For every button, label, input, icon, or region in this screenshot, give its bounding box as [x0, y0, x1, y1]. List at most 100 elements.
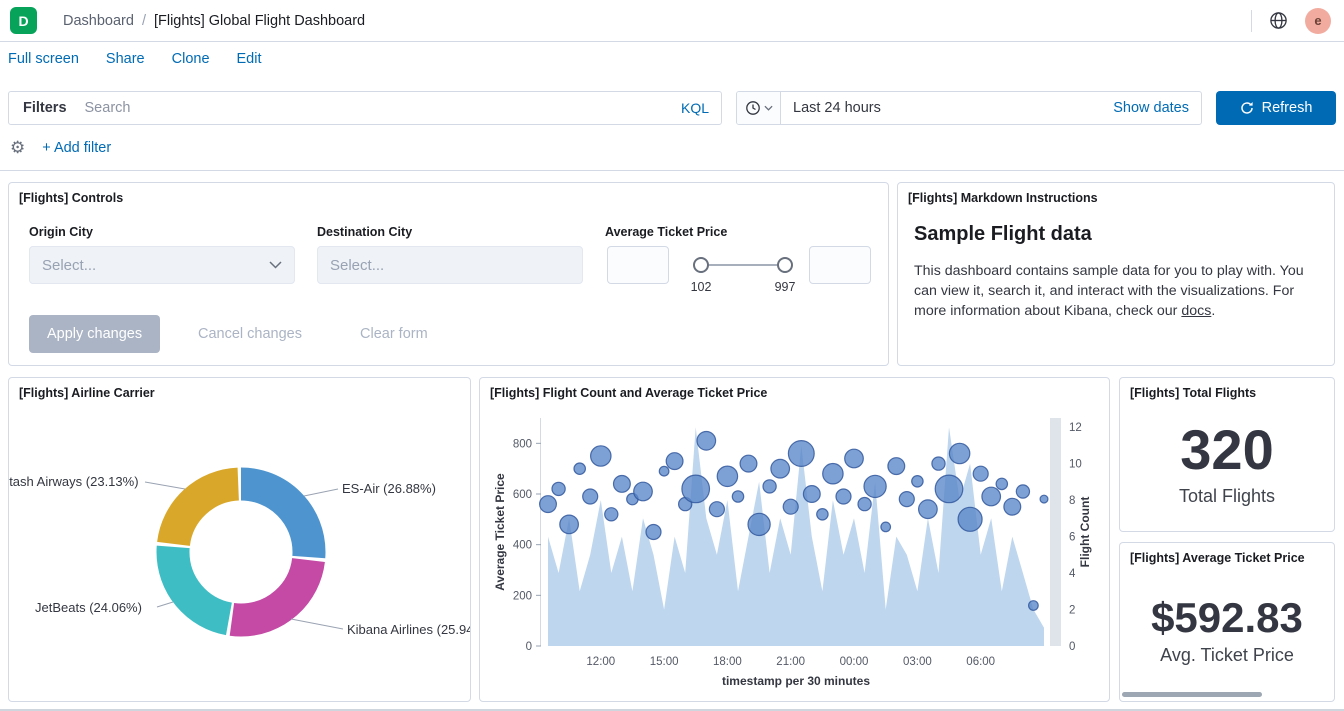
airline-donut-chart[interactable] [146, 457, 336, 647]
show-dates-button[interactable]: Show dates [1113, 100, 1189, 116]
header-bar: D Dashboard / [Flights] Global Flight Da… [0, 0, 1344, 42]
dashboard-toolbar: Full screen Share Clone Edit [8, 51, 262, 67]
avg-price-panel-title: [Flights] Average Ticket Price [1120, 543, 1334, 573]
svg-text:0: 0 [526, 641, 532, 653]
svg-text:800: 800 [513, 438, 532, 450]
clear-form-button[interactable]: Clear form [360, 315, 428, 353]
breadcrumb-dashboard[interactable]: Dashboard [63, 13, 134, 29]
edit-button[interactable]: Edit [237, 51, 262, 67]
section-divider [0, 170, 1344, 171]
pie-label-kibana-airlines: Kibana Airlines (25.94%) [347, 622, 471, 637]
cancel-changes-button[interactable]: Cancel changes [198, 315, 302, 353]
filter-bar: ⚙ + Add filter [10, 139, 111, 156]
total-flights-label: Total Flights [1120, 486, 1334, 507]
panel-average-ticket-price: [Flights] Average Ticket Price $592.83 A… [1119, 542, 1335, 702]
search-box: Filters KQL [8, 91, 722, 125]
space-avatar[interactable]: D [10, 7, 37, 34]
space-avatar-letter: D [18, 13, 28, 29]
panel-markdown-instructions: [Flights] Markdown Instructions Sample F… [897, 182, 1335, 366]
breadcrumb-current-page: [Flights] Global Flight Dashboard [154, 13, 365, 29]
origin-city-label: Origin City [29, 225, 93, 239]
clock-icon [745, 100, 761, 116]
date-picker: Last 24 hours Show dates [736, 91, 1202, 125]
svg-text:4: 4 [1069, 568, 1076, 580]
breadcrumb: Dashboard / [Flights] Global Flight Dash… [63, 13, 365, 29]
slider-min-value: 102 [685, 280, 717, 294]
panel-flight-count-price: [Flights] Flight Count and Average Ticke… [479, 377, 1110, 702]
slider-handle-min[interactable] [693, 257, 709, 273]
destination-city-placeholder: Select... [330, 257, 384, 274]
panel-airline-carrier: [Flights] Airline Carrier ES-Air (26.88%… [8, 377, 471, 702]
apply-changes-button[interactable]: Apply changes [29, 315, 160, 353]
pie-label-logstash-airways: Logstash Airways (23.13%) [8, 474, 139, 489]
add-filter-button[interactable]: + Add filter [42, 140, 111, 156]
slider-handle-max[interactable] [777, 257, 793, 273]
svg-text:Average Ticket Price: Average Ticket Price [493, 473, 507, 591]
svg-text:2: 2 [1069, 605, 1075, 617]
pie-label-es-air: ES-Air (26.88%) [342, 481, 436, 496]
panel-controls: [Flights] Controls Origin City Select...… [8, 182, 889, 366]
ticket-price-label: Average Ticket Price [605, 225, 727, 239]
time-range-display[interactable]: Last 24 hours Show dates [781, 92, 1201, 124]
markdown-body: This dashboard contains sample data for … [914, 261, 1320, 321]
breadcrumb-separator: / [142, 13, 146, 29]
user-avatar-letter: e [1314, 13, 1321, 28]
globe-icon [1269, 11, 1288, 30]
svg-text:12: 12 [1069, 422, 1082, 434]
svg-text:00:00: 00:00 [840, 656, 869, 668]
slider-max-value: 997 [769, 280, 801, 294]
svg-text:400: 400 [513, 540, 532, 552]
origin-city-select[interactable]: Select... [29, 246, 295, 284]
avg-price-value: $592.83 [1120, 597, 1334, 639]
filters-menu-button[interactable]: Filters [9, 100, 81, 116]
user-avatar[interactable]: e [1305, 8, 1331, 34]
slider-track [701, 264, 785, 266]
svg-text:Flight Count: Flight Count [1078, 497, 1092, 568]
gear-icon: ⚙ [10, 138, 25, 157]
svg-text:200: 200 [513, 590, 532, 602]
share-button[interactable]: Share [106, 51, 145, 67]
svg-text:600: 600 [513, 489, 532, 501]
price-max-input[interactable] [809, 246, 871, 284]
svg-text:12:00: 12:00 [586, 656, 615, 668]
total-flights-value: 320 [1120, 422, 1334, 478]
destination-city-label: Destination City [317, 225, 412, 239]
full-screen-button[interactable]: Full screen [8, 51, 79, 67]
header-actions: e [1251, 8, 1344, 34]
time-range-text: Last 24 hours [793, 100, 881, 116]
airline-panel-title: [Flights] Airline Carrier [9, 378, 470, 408]
docs-link[interactable]: docs [1181, 303, 1211, 319]
total-flights-panel-title: [Flights] Total Flights [1120, 378, 1334, 408]
price-min-input[interactable] [607, 246, 669, 284]
filter-options-button[interactable]: ⚙ [10, 139, 25, 156]
time-quick-select-button[interactable] [737, 92, 781, 124]
markdown-heading: Sample Flight data [914, 223, 1092, 246]
chevron-down-icon [269, 261, 282, 269]
flight-count-chart[interactable]: 020040060080002468101212:0015:0018:0021:… [488, 406, 1103, 696]
destination-city-select[interactable]: Select... [317, 246, 583, 284]
markdown-text-start: This dashboard contains sample data for … [914, 263, 1304, 319]
panel-horizontal-scrollbar[interactable] [1122, 692, 1262, 697]
refresh-button[interactable]: Refresh [1216, 91, 1336, 125]
panel-total-flights: [Flights] Total Flights 320 Total Flight… [1119, 377, 1335, 532]
pie-label-jetbeats: JetBeats (24.06%) [35, 600, 142, 615]
help-button[interactable] [1267, 9, 1290, 32]
origin-city-placeholder: Select... [42, 257, 96, 274]
kql-toggle-button[interactable]: KQL [669, 100, 721, 116]
svg-text:6: 6 [1069, 532, 1075, 544]
clone-button[interactable]: Clone [172, 51, 210, 67]
avg-price-label: Avg. Ticket Price [1120, 645, 1334, 666]
svg-text:10: 10 [1069, 459, 1082, 471]
chevron-down-icon [764, 105, 773, 111]
price-range-slider[interactable]: 102 997 [685, 246, 801, 294]
search-input[interactable] [81, 100, 669, 116]
svg-text:18:00: 18:00 [713, 656, 742, 668]
refresh-button-label: Refresh [1262, 100, 1313, 116]
markdown-panel-title: [Flights] Markdown Instructions [898, 183, 1334, 213]
refresh-icon [1240, 101, 1254, 115]
svg-text:timestamp per 30 minutes: timestamp per 30 minutes [722, 674, 870, 688]
svg-text:03:00: 03:00 [903, 656, 932, 668]
svg-text:06:00: 06:00 [966, 656, 995, 668]
markdown-text-end: . [1211, 303, 1215, 319]
query-bar: Filters KQL Last 24 hours [8, 91, 1336, 125]
